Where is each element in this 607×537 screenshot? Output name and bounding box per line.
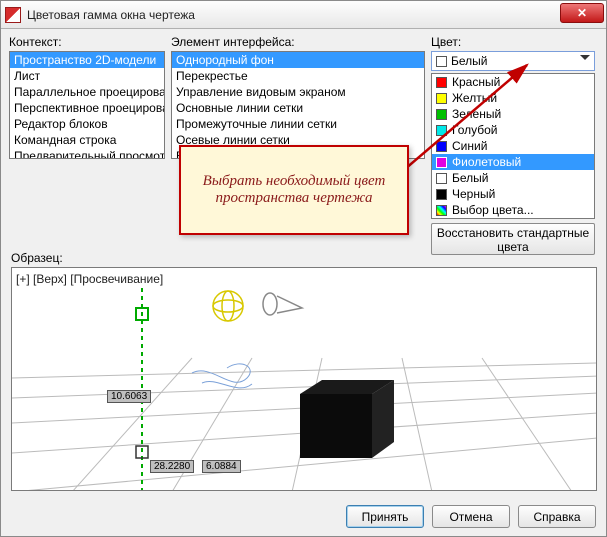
- context-item[interactable]: Лист: [10, 68, 164, 84]
- color-item-label: Красный: [452, 75, 500, 89]
- preview-scene-icon: [12, 268, 597, 491]
- color-item-label: Фиолетовый: [452, 155, 521, 169]
- close-button[interactable]: ✕: [560, 3, 604, 23]
- color-swatch-icon: [436, 141, 447, 152]
- color-list[interactable]: Красный Желтый Зеленый Голубой Синий Фиолетов…: [431, 73, 595, 219]
- color-item[interactable]: Голубой: [432, 122, 594, 138]
- context-listbox[interactable]: Пространство 2D-моделиЛистПараллельное п…: [9, 51, 165, 159]
- element-listbox[interactable]: Однородный фонПерекрестьеУправление видо…: [171, 51, 425, 159]
- element-item[interactable]: Основные линии сетки: [172, 100, 424, 116]
- color-swatch-icon: [436, 157, 447, 168]
- color-swatch-icon: [436, 109, 447, 120]
- color-item[interactable]: Белый: [432, 170, 594, 186]
- preview-viewport: [+] [Верх] [Просвечивание] 10.6063 28.22…: [11, 267, 597, 491]
- context-label: Контекст:: [9, 35, 165, 49]
- color-dropdown[interactable]: Белый: [431, 51, 595, 71]
- color-item[interactable]: Зеленый: [432, 106, 594, 122]
- context-item[interactable]: Параллельное проецирование: [10, 84, 164, 100]
- color-dropdown-value: Белый: [451, 54, 487, 68]
- coord-readout: 28.2280: [150, 460, 194, 473]
- color-item[interactable]: Синий: [432, 138, 594, 154]
- color-item-label: Зеленый: [452, 107, 501, 121]
- color-swatch-icon: [436, 93, 447, 104]
- dialog-window: Цветовая гамма окна чертежа ✕ Контекст: …: [0, 0, 607, 537]
- dialog-footer: Принять Отмена Справка: [346, 505, 596, 528]
- app-icon: [5, 7, 21, 23]
- color-label: Цвет:: [431, 35, 595, 49]
- color-swatch-icon: [436, 56, 447, 67]
- color-item[interactable]: Черный: [432, 186, 594, 202]
- restore-defaults-button[interactable]: Восстановить стандартные цвета: [431, 223, 595, 255]
- help-button[interactable]: Справка: [518, 505, 596, 528]
- color-item-label: Желтый: [452, 91, 497, 105]
- context-item[interactable]: Командная строка: [10, 132, 164, 148]
- element-item[interactable]: Перекрестье: [172, 68, 424, 84]
- sample-label: Образец:: [11, 251, 63, 265]
- preview-overlay: [+] [Верх] [Просвечивание]: [16, 272, 163, 286]
- element-item[interactable]: Промежуточные линии сетки: [172, 116, 424, 132]
- close-icon: ✕: [577, 6, 587, 20]
- color-item-label: Белый: [452, 171, 488, 185]
- context-item[interactable]: Пространство 2D-модели: [10, 52, 164, 68]
- color-swatch-icon: [436, 173, 447, 184]
- cancel-button[interactable]: Отмена: [432, 505, 510, 528]
- color-picker-icon: [436, 205, 447, 216]
- accept-button[interactable]: Принять: [346, 505, 424, 528]
- chevron-down-icon: [580, 55, 590, 60]
- color-item[interactable]: Желтый: [432, 90, 594, 106]
- context-item[interactable]: Предварительный просмотр: [10, 148, 164, 159]
- annotation-callout: Выбрать необходимый цвет пространства че…: [179, 145, 409, 235]
- coord-readout: 10.6063: [107, 390, 151, 403]
- color-item-label: Голубой: [452, 123, 498, 137]
- color-swatch-icon: [436, 189, 447, 200]
- color-swatch-icon: [436, 77, 447, 88]
- color-item[interactable]: Фиолетовый: [432, 154, 594, 170]
- color-item-label: Выбор цвета...: [452, 203, 534, 217]
- element-item[interactable]: Однородный фон: [172, 52, 424, 68]
- element-label: Элемент интерфейса:: [171, 35, 425, 49]
- element-item[interactable]: Управление видовым экраном: [172, 84, 424, 100]
- color-item[interactable]: Красный: [432, 74, 594, 90]
- color-item-label: Черный: [452, 187, 495, 201]
- window-title: Цветовая гамма окна чертежа: [27, 8, 195, 22]
- color-item[interactable]: Выбор цвета...: [432, 202, 594, 218]
- titlebar: Цветовая гамма окна чертежа ✕: [1, 1, 606, 29]
- coord-readout: 6.0884: [202, 460, 241, 473]
- context-item[interactable]: Перспективное проецирован: [10, 100, 164, 116]
- color-item-label: Синий: [452, 139, 487, 153]
- color-swatch-icon: [436, 125, 447, 136]
- context-item[interactable]: Редактор блоков: [10, 116, 164, 132]
